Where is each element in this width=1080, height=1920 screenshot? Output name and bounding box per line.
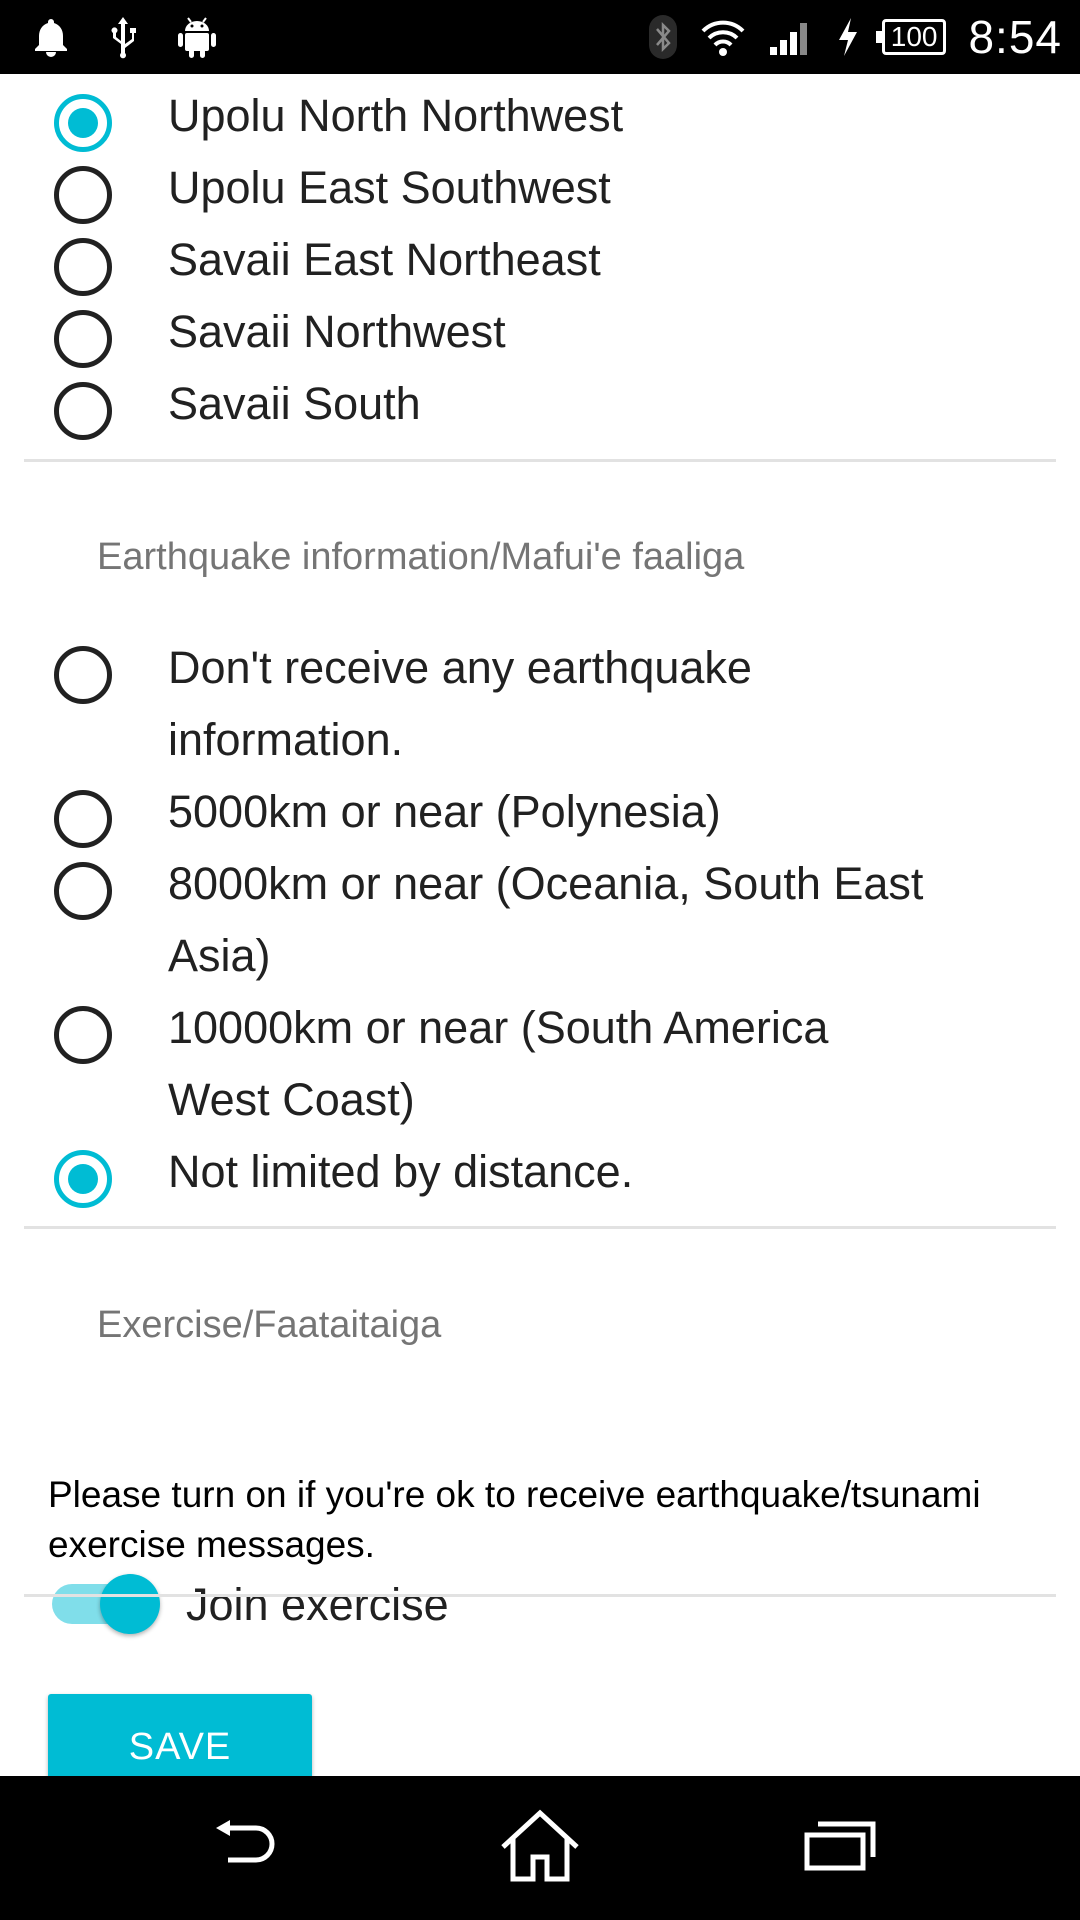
wifi-icon: [700, 17, 746, 57]
radio-label: Savaii Northwest: [168, 306, 506, 357]
radio-button[interactable]: [54, 94, 112, 152]
radio-label: 10000km or near (South America West Coas…: [168, 1002, 829, 1125]
radio-label: Not limited by distance.: [168, 1146, 634, 1197]
radio-button[interactable]: [54, 310, 112, 368]
radio-button[interactable]: [54, 790, 112, 848]
join-exercise-switch[interactable]: [52, 1574, 164, 1634]
bluetooth-icon: [648, 14, 678, 60]
radio-button[interactable]: [54, 1150, 112, 1208]
radio-button[interactable]: [54, 646, 112, 704]
app-screen: 100 8:54 Upolu North Northwest Upolu Eas…: [0, 0, 1080, 1920]
radio-label: 5000km or near (Polynesia): [168, 786, 721, 837]
radio-label: Upolu East Southwest: [168, 162, 611, 213]
recent-apps-button[interactable]: [770, 1776, 910, 1920]
switch-thumb[interactable]: [100, 1574, 160, 1634]
divider: [24, 1226, 1056, 1229]
clock: 8:54: [968, 11, 1062, 63]
back-button[interactable]: [172, 1776, 312, 1920]
back-icon: [204, 1818, 280, 1879]
charging-icon: [836, 16, 860, 58]
android-debug-icon: [176, 15, 218, 59]
signal-icon: [768, 17, 814, 57]
notification-bell-icon: [32, 17, 70, 57]
join-exercise-label: Join exercise: [186, 1579, 449, 1630]
divider: [24, 459, 1056, 462]
exercise-description: Please turn on if you're ok to receive e…: [48, 1474, 981, 1565]
radio-label: Upolu North Northwest: [168, 90, 624, 141]
radio-label: Don't receive any earthquake information…: [168, 642, 752, 765]
navigation-bar: [0, 1776, 1080, 1920]
radio-button[interactable]: [54, 166, 112, 224]
home-button[interactable]: [470, 1776, 610, 1920]
radio-button[interactable]: [54, 238, 112, 296]
status-bar: 100 8:54: [0, 0, 1080, 74]
radio-button[interactable]: [54, 1006, 112, 1064]
battery-indicator: 100: [875, 19, 947, 55]
radio-label: Savaii South: [168, 378, 421, 429]
radio-label: 8000km or near (Oceania, South East Asia…: [168, 858, 924, 981]
divider: [24, 1594, 1056, 1597]
radio-label: Savaii East Northeast: [168, 234, 601, 285]
settings-content: Upolu North Northwest Upolu East Southwe…: [0, 74, 1080, 1776]
save-button[interactable]: SAVE: [48, 1694, 312, 1776]
home-icon: [499, 1809, 581, 1888]
recent-apps-icon: [804, 1821, 876, 1876]
radio-button[interactable]: [54, 382, 112, 440]
usb-icon: [108, 15, 138, 59]
radio-button[interactable]: [54, 862, 112, 920]
exercise-section-title: Exercise/Faataitaiga: [97, 1304, 442, 1346]
earthquake-section-title: Earthquake information/Mafui'e faaliga: [97, 536, 745, 578]
